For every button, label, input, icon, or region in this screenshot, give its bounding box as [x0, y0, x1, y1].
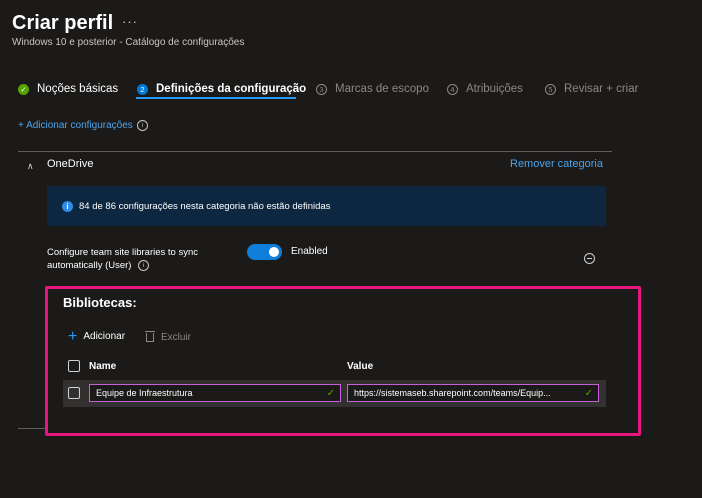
info-icon: i	[62, 200, 73, 212]
category-divider-bottom-left	[18, 428, 46, 429]
setting-label-text: Configure team site libraries to sync au…	[47, 247, 199, 271]
step-scope-tags[interactable]: 3 Marcas de escopo	[316, 78, 429, 100]
step-number-icon: 4	[447, 83, 458, 95]
toggle-knob	[269, 247, 279, 257]
delete-button[interactable]: Excluir	[145, 331, 192, 343]
toggle-state-label: Enabled	[291, 246, 328, 257]
check-icon: ✓	[326, 387, 335, 399]
page-title: Criar perfil	[12, 12, 114, 34]
value-input-value: https://sistemaseb.sharepoint.com/teams/…	[354, 388, 551, 398]
select-all-checkbox[interactable]	[68, 360, 80, 372]
check-icon: ✓	[584, 387, 593, 399]
wizard-steps: ✓ Noções básicas 2 Definições da configu…	[18, 78, 688, 100]
trash-icon	[145, 331, 155, 342]
chevron-up-icon[interactable]: ∧	[27, 161, 34, 172]
add-button-label: Adicionar	[83, 331, 126, 342]
column-header-value: Value	[347, 361, 374, 372]
name-input[interactable]: Equipe de Infraestrutura ✓	[89, 384, 341, 402]
step-label: Atribuições	[466, 83, 523, 95]
step-number-icon: 2	[137, 83, 148, 95]
step-review-create[interactable]: 5 Revisar + criar	[545, 78, 638, 100]
step-assignments[interactable]: 4 Atribuições	[447, 78, 523, 100]
info-banner: i 84 de 86 configurações nesta categoria…	[47, 186, 606, 226]
step-label: Marcas de escopo	[335, 83, 429, 95]
create-profile-page: Criar perfil ··· Windows 10 e posterior …	[0, 0, 702, 498]
more-options-button[interactable]: ···	[122, 14, 138, 29]
column-header-name: Name	[89, 361, 117, 372]
row-checkbox[interactable]	[68, 387, 80, 399]
step-label: Definições da configuração	[156, 83, 307, 95]
remove-setting-icon[interactable]	[584, 253, 595, 264]
step-basics[interactable]: ✓ Noções básicas	[18, 78, 118, 100]
step-number-icon: 5	[545, 83, 556, 95]
plus-icon: +	[68, 327, 78, 345]
page-subtitle: Windows 10 e posterior - Catálogo de con…	[12, 37, 245, 48]
active-step-underline	[136, 97, 296, 99]
check-icon: ✓	[18, 83, 29, 95]
enabled-toggle[interactable]	[247, 244, 282, 260]
info-icon[interactable]: i	[136, 120, 148, 131]
category-divider-top	[18, 151, 612, 152]
add-configurations-label: + Adicionar configurações	[18, 120, 133, 131]
info-icon[interactable]: i	[138, 259, 150, 271]
step-number-icon: 3	[316, 83, 327, 95]
top-edge	[0, 0, 702, 6]
add-configurations-link[interactable]: + Adicionar configurações i	[18, 120, 148, 131]
step-label: Revisar + criar	[564, 83, 639, 95]
add-button[interactable]: + Adicionar	[68, 327, 126, 345]
value-input[interactable]: https://sistemaseb.sharepoint.com/teams/…	[347, 384, 599, 402]
info-banner-text: 84 de 86 configurações nesta categoria n…	[79, 200, 331, 212]
remove-category-link[interactable]: Remover categoria	[510, 158, 603, 170]
name-input-value: Equipe de Infraestrutura	[96, 388, 193, 398]
setting-label: Configure team site libraries to sync au…	[47, 246, 237, 272]
category-name: OneDrive	[47, 158, 94, 170]
delete-button-label: Excluir	[161, 332, 192, 343]
step-label: Noções básicas	[37, 83, 119, 95]
libraries-title: Bibliotecas:	[63, 295, 137, 310]
